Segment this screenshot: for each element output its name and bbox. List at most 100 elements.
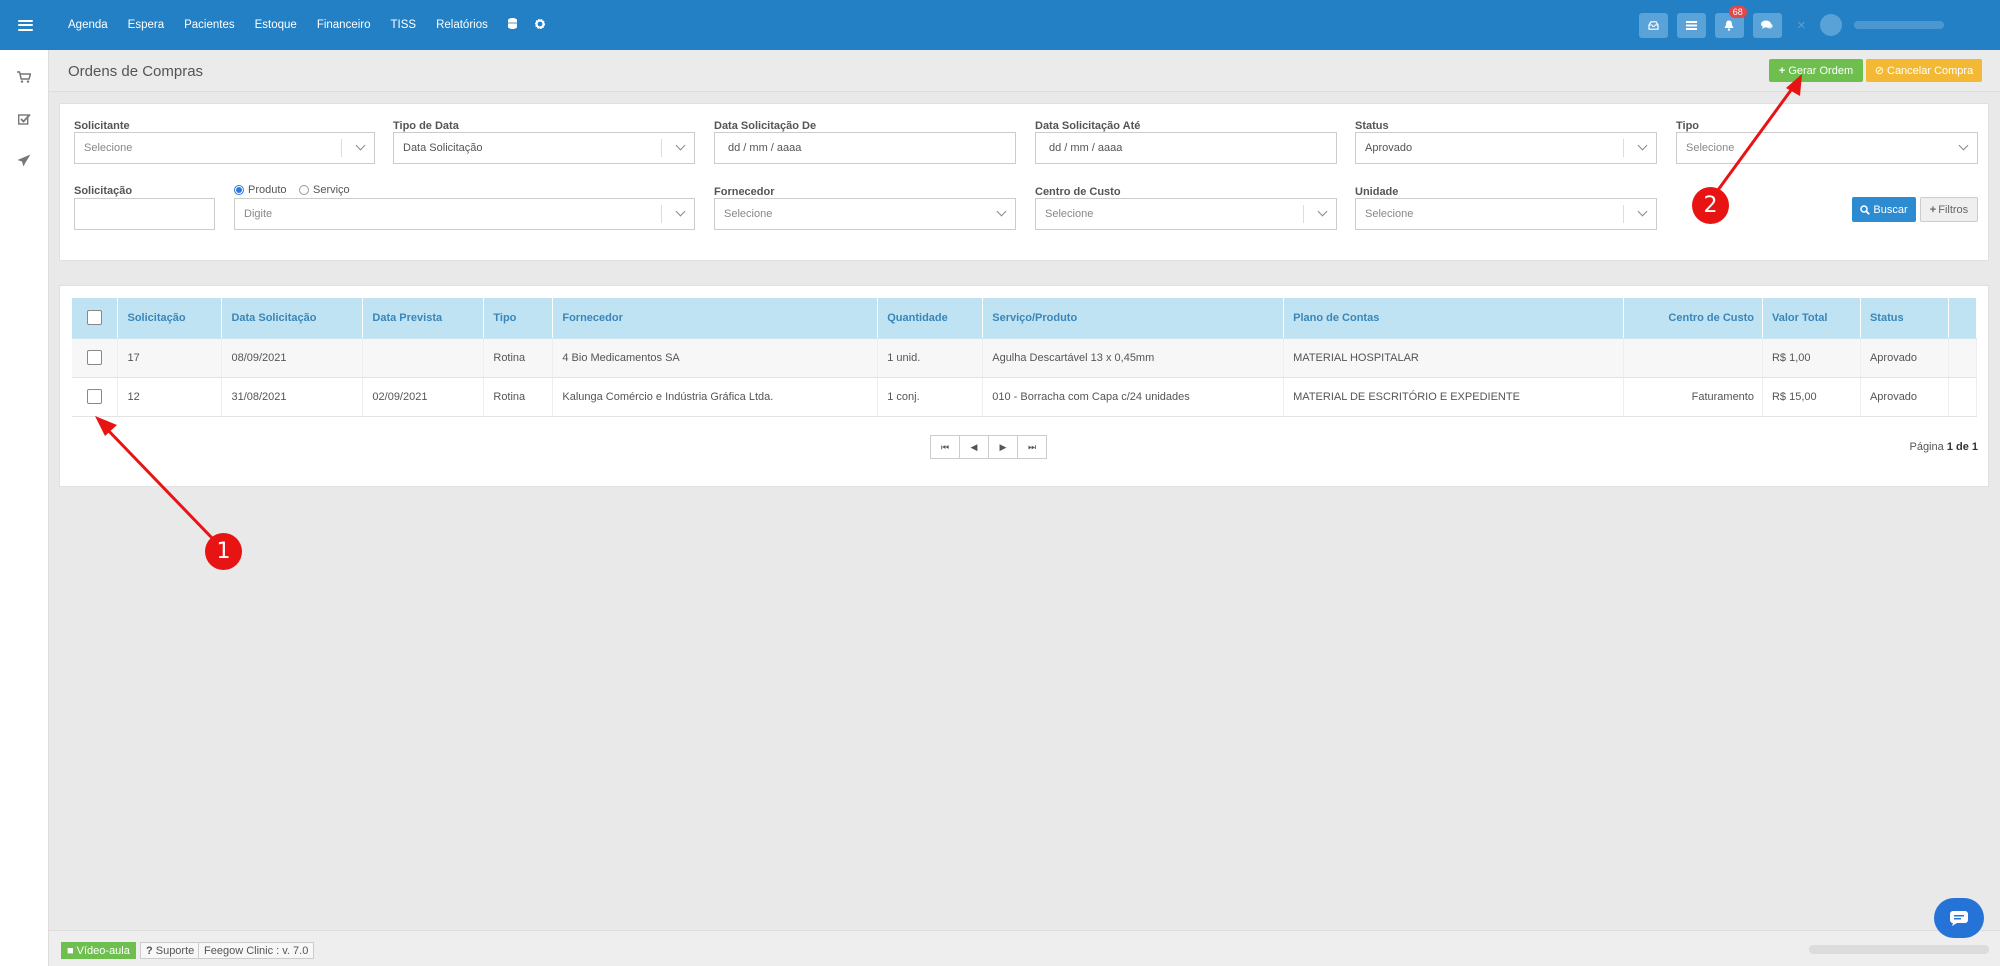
close-icon[interactable]: ✕ [1797,19,1806,32]
generate-order-button[interactable]: + Gerar Ordem [1769,59,1863,82]
more-filters-button[interactable]: + Filtros [1920,197,1978,222]
paper-plane-icon[interactable] [0,148,48,176]
cell-servico-produto: 010 - Borracha com Capa c/24 unidades [982,377,1285,417]
row-checkbox[interactable] [87,389,103,404]
support-label: Suporte [155,944,195,957]
search-icon [1860,204,1871,215]
cell-solicitacao: 12 [117,377,223,417]
annotation-marker-2: 2 [1692,187,1729,224]
cell-quantidade: 1 conj. [877,377,984,417]
menu-toggle-button[interactable] [0,0,50,50]
radio-selected-icon [234,185,244,195]
first-page-button[interactable]: ⏮ [930,435,960,459]
status-select[interactable]: Aprovado [1355,132,1657,164]
cell-plano-contas: MATERIAL DE ESCRITÓRIO E EXPEDIENTE [1283,377,1625,417]
forward-icon: ▶ [999,441,1007,452]
cancel-purchase-label: Cancelar Compra [1887,64,1974,77]
select-all-checkbox[interactable] [87,310,103,326]
solicitante-select[interactable]: Selecione [74,132,375,164]
support-button[interactable]: ? Suporte [140,942,201,959]
row-checkbox[interactable] [87,350,103,365]
hamburger-icon [17,19,33,31]
notifications-button[interactable]: 68 [1714,5,1747,38]
col-fornecedor[interactable]: Fornecedor [552,298,879,339]
nav-financeiro[interactable]: Financeiro [317,19,371,31]
chevron-down-icon [675,140,686,151]
chat-button[interactable] [1752,12,1782,38]
cell-data-solicitacao: 08/09/2021 [221,338,364,378]
nav-estoque[interactable]: Estoque [255,19,297,31]
page-info-prefix: Página [1909,441,1944,453]
nav-agenda[interactable]: Agenda [68,19,108,31]
tipo-select[interactable]: Selecione [1676,132,1978,164]
last-page-button[interactable]: ⏭ [1017,435,1047,459]
cell-plano-contas: MATERIAL HOSPITALAR [1283,338,1625,378]
col-data-prevista[interactable]: Data Prevista [362,298,485,339]
question-circle-icon: ? [146,944,153,957]
centro-custo-label: Centro de Custo [1035,186,1121,198]
comments-icon [1761,20,1773,29]
fornecedor-label: Fornecedor [714,186,775,198]
inbox-button[interactable] [1638,12,1668,38]
col-status[interactable]: Status [1860,298,1949,339]
col-data-solicitacao[interactable]: Data Solicitação [221,298,364,339]
page-info-current: 1 de 1 [1946,441,1978,453]
fornecedor-select[interactable]: Selecione [714,198,1016,230]
page-header: Ordens de Compras [49,50,2000,92]
cell-valor-total: R$ 1,00 [1762,338,1861,378]
next-page-button[interactable]: ▶ [988,435,1018,459]
col-servico-produto[interactable]: Serviço/Produto [982,298,1285,339]
search-label: Buscar [1873,203,1908,216]
left-sidebar [0,50,49,966]
cell-tipo: Rotina [483,338,554,378]
video-lesson-button[interactable]: ■ Vídeo-aula [61,942,136,959]
data-ate-input[interactable]: dd / mm / aaaa [1035,132,1337,164]
filters-panel: Solicitante Selecione Tipo de Data Data … [59,103,1989,261]
checkbox-check-icon[interactable] [0,106,48,134]
footer: ■ Vídeo-aula ? Suporte Feegow Clinic : v… [49,930,2000,966]
nav-espera[interactable]: Espera [128,19,164,31]
user-menu[interactable] [1820,10,2000,40]
servico-radio-label: Serviço [313,184,350,196]
chat-widget-button[interactable] [1934,898,1984,938]
col-plano-contas[interactable]: Plano de Contas [1283,298,1625,339]
avatar [1820,14,1842,36]
unidade-label: Unidade [1355,186,1399,198]
nav-tiss[interactable]: TISS [391,19,417,31]
item-search-select[interactable]: Digite [234,198,695,230]
unidade-select[interactable]: Selecione [1355,198,1657,230]
table-row[interactable]: 12 31/08/2021 02/09/2021 Rotina Kalunga … [72,377,1978,417]
gear-icon[interactable] [534,18,545,32]
col-centro-custo[interactable]: Centro de Custo [1623,298,1763,339]
col-actions [1948,298,1978,339]
cell-quantidade: 1 unid. [877,338,984,378]
cell-tipo: Rotina [483,377,554,417]
nav-pacientes[interactable]: Pacientes [184,19,235,31]
tipo-data-select[interactable]: Data Solicitação [393,132,695,164]
shopping-cart-icon[interactable] [0,64,48,92]
col-tipo[interactable]: Tipo [483,298,554,339]
ban-icon: ⊘ [1874,65,1884,77]
centro-custo-select[interactable]: Selecione [1035,198,1337,230]
solicitacao-input[interactable] [74,198,215,230]
col-valor-total[interactable]: Valor Total [1762,298,1861,339]
servico-radio[interactable]: Serviço [299,184,350,196]
col-quantidade[interactable]: Quantidade [877,298,984,339]
database-icon[interactable] [507,18,517,32]
fornecedor-placeholder: Selecione [724,208,773,220]
backward-icon: ◀ [970,441,978,452]
plus-icon: + [1929,203,1937,216]
tipo-data-value: Data Solicitação [403,142,483,154]
search-button[interactable]: Buscar [1852,197,1916,222]
step-forward-icon: ⏭ [1027,441,1037,452]
data-de-input[interactable]: dd / mm / aaaa [714,132,1016,164]
cell-data-prevista: 02/09/2021 [362,377,485,417]
cancel-purchase-button[interactable]: ⊘ Cancelar Compra [1866,59,1982,82]
prev-page-button[interactable]: ◀ [959,435,989,459]
list-button[interactable] [1676,12,1706,38]
nav-relatorios[interactable]: Relatórios [436,19,488,31]
table-row[interactable]: 17 08/09/2021 Rotina 4 Bio Medicamentos … [72,338,1978,378]
chat-icon [1950,911,1968,926]
produto-radio[interactable]: Produto [234,184,287,196]
col-solicitacao[interactable]: Solicitação [117,298,223,339]
